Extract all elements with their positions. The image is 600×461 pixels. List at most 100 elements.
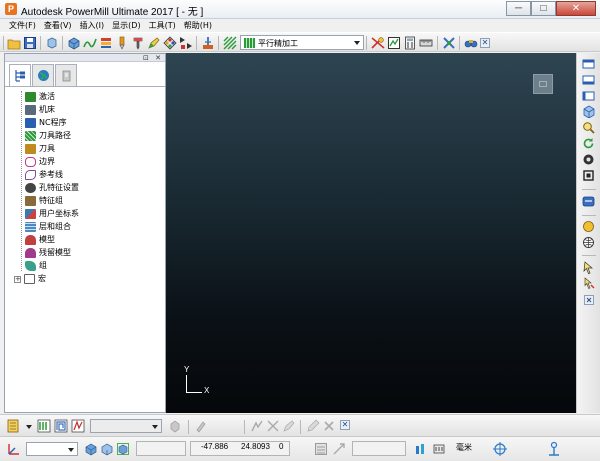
edit-toolpath-icon[interactable]: [147, 36, 161, 50]
raster-toolpath-icon[interactable]: [37, 419, 51, 433]
feeds-speeds-icon[interactable]: [99, 36, 113, 50]
print-icon[interactable]: [45, 36, 59, 50]
tree-item-nc-programs[interactable]: NC程序: [15, 117, 67, 129]
shaded-view-icon[interactable]: [582, 153, 595, 166]
tree-item-machine[interactable]: 机床: [15, 104, 55, 116]
open-folder-icon[interactable]: [7, 36, 21, 50]
toolpath-verify-icon[interactable]: [387, 36, 401, 50]
block-reset-icon[interactable]: [116, 442, 130, 456]
globe-view-icon[interactable]: [582, 236, 595, 249]
expand-plus-icon[interactable]: +: [14, 275, 21, 283]
tree-item-macros[interactable]: + 宏: [14, 273, 46, 285]
menu-view[interactable]: 查看(V): [40, 19, 76, 32]
tool-holder-icon[interactable]: [194, 419, 208, 433]
binoculars-icon[interactable]: [464, 36, 478, 50]
maximize-button[interactable]: □: [531, 1, 556, 16]
workplane-align-icon[interactable]: [163, 36, 177, 50]
block-icon[interactable]: [67, 36, 81, 50]
toolpath-icon[interactable]: [6, 418, 22, 434]
wireframe-view-icon[interactable]: [582, 169, 595, 182]
delete-tool-icon[interactable]: [322, 419, 336, 433]
pencil-icon[interactable]: [306, 419, 320, 433]
toolbar-separator: [582, 189, 596, 190]
rapid-move-icon[interactable]: [83, 36, 97, 50]
tree-item-stock-models[interactable]: 残留模型: [15, 247, 71, 259]
grid-icon[interactable]: [314, 442, 328, 456]
view-top-icon[interactable]: [582, 57, 595, 70]
view-cube-icon[interactable]: [533, 74, 553, 94]
ruler-icon[interactable]: [419, 36, 433, 50]
tab-explorer[interactable]: [9, 64, 31, 87]
menu-tools[interactable]: 工具(T): [145, 19, 180, 32]
chevron-down-icon: [354, 41, 360, 45]
block-edit-icon[interactable]: [100, 442, 114, 456]
tree-item-label: 机床: [39, 105, 55, 114]
view-side-icon[interactable]: [582, 89, 595, 102]
block-status-icon[interactable]: [84, 442, 98, 456]
crosshair-icon[interactable]: [492, 441, 508, 457]
offset-toolpath-icon[interactable]: [54, 419, 68, 433]
toolpath-dropdown[interactable]: [90, 419, 162, 433]
tool-probe-icon[interactable]: [546, 441, 562, 457]
workplane-status-icon[interactable]: [6, 441, 22, 457]
model-shading-icon[interactable]: [582, 195, 595, 208]
tree-item-boundaries[interactable]: 边界: [15, 156, 55, 168]
units-toggle-icon[interactable]: [432, 442, 446, 456]
menu-insert[interactable]: 插入(I): [76, 19, 109, 32]
tab-globe[interactable]: [32, 64, 54, 86]
app-logo-icon[interactable]: P: [5, 3, 17, 15]
view-front-icon[interactable]: [582, 73, 595, 86]
select-pointer-icon[interactable]: [582, 261, 595, 274]
tree-item-groups[interactable]: 组: [15, 260, 47, 272]
zoom-icon[interactable]: [582, 121, 595, 134]
levels-icon: [25, 222, 36, 232]
close-button[interactable]: ✕: [556, 1, 596, 16]
bottom-toolbar-close-button[interactable]: ✕: [340, 420, 350, 430]
tab-help[interactable]: [55, 64, 77, 86]
tree-item-activate[interactable]: 激活: [15, 91, 55, 103]
tree-item-models[interactable]: 模型: [15, 234, 55, 246]
minimize-button[interactable]: ─: [506, 1, 531, 16]
collision-check-icon[interactable]: [442, 36, 456, 50]
toolbar-close-button[interactable]: ✕: [480, 38, 490, 48]
menu-file[interactable]: 文件(F): [5, 19, 40, 32]
tree-item-toolpaths[interactable]: 刀具路径: [15, 130, 71, 142]
view-toolbar-close-icon[interactable]: [584, 295, 594, 305]
axis-x-label: X: [204, 386, 210, 395]
edit-tool-icon[interactable]: [282, 419, 296, 433]
view-iso-icon[interactable]: [582, 105, 595, 118]
pattern-tool-icon[interactable]: [266, 419, 280, 433]
material-icon[interactable]: [582, 220, 595, 233]
tree-item-workplanes[interactable]: 用户坐标系: [15, 208, 79, 220]
drag-select-icon[interactable]: [582, 277, 595, 290]
toolbar-separator: [300, 420, 301, 434]
tree-item-tools[interactable]: 刀具: [15, 143, 55, 155]
calculator-icon[interactable]: [403, 36, 417, 50]
menu-help[interactable]: 帮助(H): [180, 19, 216, 32]
workplane-dropdown[interactable]: [26, 442, 78, 456]
chevron-down-icon[interactable]: [26, 425, 32, 429]
units-icon[interactable]: [414, 442, 428, 456]
leads-links-icon[interactable]: [71, 419, 85, 433]
toolpath-select-icon[interactable]: [179, 36, 193, 50]
snap-icon[interactable]: [332, 442, 346, 456]
strategy-selector-icon[interactable]: [223, 36, 237, 50]
menu-display[interactable]: 显示(D): [108, 19, 144, 32]
tool-definition-icon[interactable]: [115, 36, 129, 50]
calculate-toolpath-icon[interactable]: [371, 36, 385, 50]
boundary-tool-icon[interactable]: [250, 419, 264, 433]
refresh-view-icon[interactable]: [582, 137, 595, 150]
toolpath-settings-icon[interactable]: [168, 419, 182, 433]
graphics-viewport[interactable]: Y X: [166, 53, 576, 413]
tree-item-levels[interactable]: 层和组合: [15, 221, 71, 233]
tree-item-feature-groups[interactable]: 特征组: [15, 195, 63, 207]
tree-item-label: 组: [39, 261, 47, 270]
tree-item-feature-sets[interactable]: 孔特征设置: [15, 182, 79, 194]
simulation-icon[interactable]: [201, 36, 215, 50]
save-icon[interactable]: [23, 36, 37, 50]
explorer-panel-buttons[interactable]: ⊡ ✕: [143, 54, 163, 62]
drill-icon[interactable]: [131, 36, 145, 50]
tree-item-patterns[interactable]: 参考线: [15, 169, 63, 181]
strategy-dropdown[interactable]: 平行精加工: [240, 35, 364, 50]
units-label: 毫米: [456, 443, 472, 452]
